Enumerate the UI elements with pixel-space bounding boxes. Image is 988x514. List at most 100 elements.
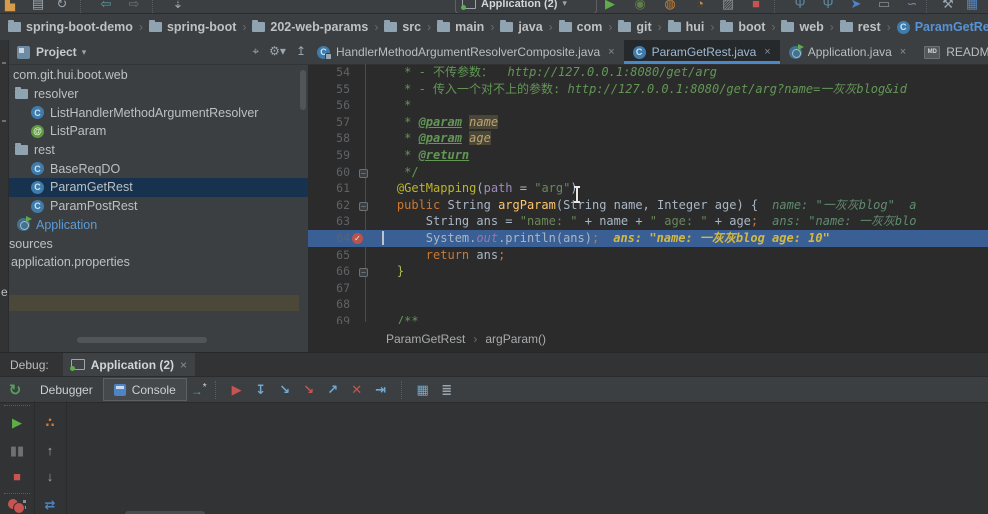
tree-item-rest[interactable]: rest [9, 141, 308, 160]
project-panel-header[interactable]: Project ▾ ⌖ ⚙▾ ↥ [9, 40, 309, 65]
code-line-66[interactable]: 66– } [308, 263, 988, 280]
code-line-56[interactable]: 56 * [308, 97, 988, 114]
debug-session-tab[interactable]: Application (2) × [63, 353, 195, 376]
code-line-69[interactable]: 69 /** [308, 313, 988, 324]
breadcrumb-class[interactable]: ParamGetRest [386, 332, 465, 346]
fold-marker-icon[interactable]: – [359, 268, 368, 277]
rerun-icon[interactable]: ↻ [0, 381, 30, 399]
threads-view-icon[interactable]: ⇄ [34, 497, 66, 513]
gear-icon[interactable]: ⚙▾ [269, 44, 286, 59]
code-line-57[interactable]: 57 * @param name [308, 114, 988, 131]
toolbar-icon[interactable]: ■ [746, 0, 766, 14]
code-line-65[interactable]: 65 return ans; [308, 247, 988, 264]
toolbar-icon[interactable]: ◔ [690, 0, 710, 14]
tree-row-hover[interactable] [9, 295, 299, 311]
project-horizontal-scrollbar[interactable] [77, 337, 207, 343]
show-execution-point-icon[interactable]: ▶ [225, 382, 249, 398]
code-line-55[interactable]: 55 * - 传入一个对不上的参数: http://127.0.0.1:8080… [308, 81, 988, 98]
code-line-61[interactable]: 61 @GetMapping(path = "arg") [308, 180, 988, 197]
breadcrumb-item[interactable]: java [500, 20, 542, 34]
close-icon[interactable]: × [764, 46, 770, 58]
toolbar-icon[interactable]: ➤ [846, 0, 866, 14]
close-icon[interactable]: × [180, 358, 187, 372]
code-line-68[interactable]: 68 [308, 296, 988, 313]
step-over-icon[interactable]: ↧ [249, 382, 273, 398]
tab-debugger[interactable]: Debugger [30, 377, 103, 402]
breadcrumb-item[interactable]: 202-web-params [252, 20, 368, 34]
tab-readme-md[interactable]: MDREADME.md [915, 40, 988, 64]
settle-icon[interactable]: ⌖ [252, 44, 259, 59]
toolbar-icon[interactable]: ▭ [874, 0, 894, 14]
breadcrumb-item[interactable]: hui [668, 20, 705, 34]
tree-item-application-properties[interactable]: application.properties [9, 253, 308, 272]
tab-application-java[interactable]: Application.java× [780, 40, 916, 64]
toolbar-icon[interactable]: ▙ [0, 0, 20, 14]
breadcrumb-item[interactable]: git [618, 20, 651, 34]
tree-item-resolver[interactable]: resolver [9, 85, 308, 104]
project-vertical-scrollbar[interactable] [300, 70, 306, 110]
run-configuration-select[interactable]: Application (2) ▾ [455, 0, 597, 14]
toolbar-icon[interactable]: ⇣ [168, 0, 188, 14]
fold-marker-icon[interactable]: – [359, 202, 368, 211]
hide-frames-icon[interactable]: ∴ [34, 415, 66, 431]
toolbar-icon[interactable]: ◉ [630, 0, 650, 14]
toolbar-icon[interactable]: ⇨ [124, 0, 144, 14]
tab-console[interactable]: Console [103, 378, 187, 401]
breakpoint-icon[interactable]: ✓ [352, 233, 363, 244]
resume-icon[interactable]: ▶ [0, 415, 34, 431]
breadcrumb-method[interactable]: argParam() [485, 332, 546, 346]
code-line-64[interactable]: 64✓ System.out.println(ans);ans: "name: … [308, 230, 988, 247]
toolbar-icon[interactable]: ▨ [718, 0, 738, 14]
toolbar-icon[interactable]: Ψ [790, 0, 810, 14]
close-icon[interactable]: × [900, 46, 906, 58]
breadcrumb-item[interactable]: boot [720, 20, 765, 34]
code-line-67[interactable]: 67 [308, 280, 988, 297]
breadcrumb-item-class[interactable]: CParamGetRest [897, 20, 988, 34]
pause-icon[interactable]: ▮▮ [0, 443, 34, 459]
collapse-all-icon[interactable]: ↥ [296, 44, 306, 59]
layout-settings-icon[interactable]: ≣ [435, 382, 459, 398]
toolbar-icon[interactable]: ▤ [28, 0, 48, 14]
toolbar-icon[interactable]: ↻ [52, 0, 72, 14]
breadcrumb-item[interactable]: com [559, 20, 603, 34]
tree-item-application[interactable]: Application [9, 216, 308, 235]
stop-icon[interactable]: ■ [0, 469, 34, 484]
run-to-cursor-icon[interactable]: ⇥ [369, 382, 393, 398]
tab-handlermethodargumentresolvercomposite-java[interactable]: CHandlerMethodArgumentResolverComposite.… [308, 40, 624, 64]
tree-item-com-git-hui-boot-web[interactable]: com.git.hui.boot.web [9, 66, 308, 85]
jump-to-output-icon[interactable]: →* [191, 382, 207, 398]
frame-up-icon[interactable]: ↑ [34, 443, 66, 458]
evaluate-expression-icon[interactable]: ▦ [411, 382, 435, 398]
toolbar-icon[interactable]: ⇦ [96, 0, 116, 14]
drop-frame-icon[interactable]: ✕ [345, 382, 369, 398]
breadcrumb-item[interactable]: src [384, 20, 421, 34]
code-line-63[interactable]: 63 String ans = "name: " + name + " age:… [308, 213, 988, 230]
code-line-60[interactable]: 60– */ [308, 164, 988, 181]
frame-down-icon[interactable]: ↓ [34, 469, 66, 484]
tree-item-basereqdo[interactable]: CBaseReqDO [9, 159, 308, 178]
code-line-54[interactable]: 54 * - 不传参数： http://127.0.0.1:8080/get/a… [308, 64, 988, 81]
step-into-icon[interactable]: ↘ [273, 382, 297, 398]
close-icon[interactable]: × [608, 46, 614, 58]
toolbar-icon[interactable]: ◍ [660, 0, 680, 14]
code-line-62[interactable]: 62– public String argParam(String name, … [308, 197, 988, 214]
toolbar-icon[interactable]: ⚒ [938, 0, 958, 14]
breadcrumb-item[interactable]: web [781, 20, 823, 34]
breadcrumb-item[interactable]: spring-boot-demo [8, 20, 133, 34]
toolbar-icon[interactable]: ∽ [902, 0, 922, 14]
tree-item-sources[interactable]: sources [9, 234, 308, 253]
breadcrumb-item[interactable]: spring-boot [149, 20, 236, 34]
view-breakpoints-icon[interactable] [8, 499, 26, 511]
code-line-58[interactable]: 58 * @param age [308, 130, 988, 147]
tab-paramgetrest-java[interactable]: CParamGetRest.java× [624, 40, 780, 64]
breadcrumb-item[interactable]: main [437, 20, 484, 34]
force-step-into-icon[interactable]: ↘ [297, 382, 321, 398]
chevron-down-icon[interactable]: ▾ [82, 47, 87, 58]
tree-item-listhandlermethodargumentresolver[interactable]: CListHandlerMethodArgumentResolver [9, 103, 308, 122]
code-line-59[interactable]: 59 * @return [308, 147, 988, 164]
toolbar-icon[interactable]: Ψ [818, 0, 838, 14]
step-out-icon[interactable]: ↗ [321, 382, 345, 398]
tree-item-listparam[interactable]: @ListParam [9, 122, 308, 141]
code-editor[interactable]: 54 * - 不传参数： http://127.0.0.1:8080/get/a… [308, 64, 988, 324]
tree-item-paramgetrest[interactable]: CParamGetRest [9, 178, 308, 197]
